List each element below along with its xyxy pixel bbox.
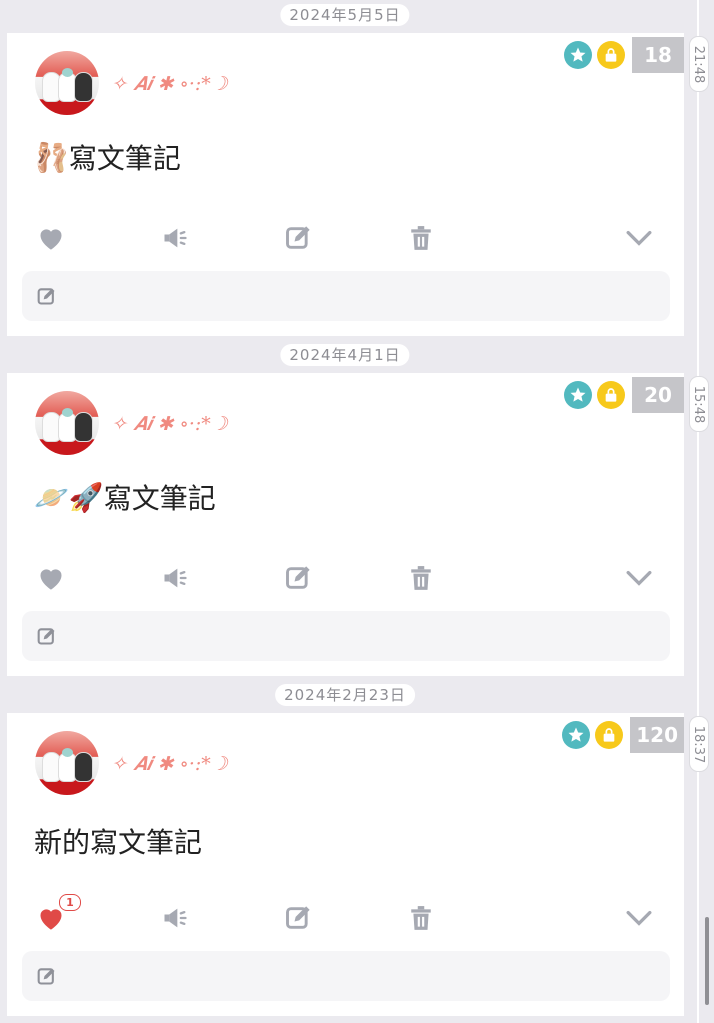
edit-icon[interactable]	[278, 898, 318, 938]
username[interactable]: ✧ 𝑨𝒊 ✱ ∘·:*☽	[111, 73, 228, 95]
badge-group: 18	[564, 37, 684, 73]
title-text: 寫文筆記	[103, 482, 216, 515]
comment-edit-icon	[37, 626, 57, 650]
chevron-down-icon[interactable]	[619, 218, 659, 258]
action-bar: 1	[7, 894, 684, 938]
comment-input[interactable]	[22, 951, 670, 1001]
diary-card[interactable]: ✧ 𝑨𝒊 ✱ ∘·:*☽ 20 🪐🚀 寫文筆記	[7, 373, 684, 676]
entry-title[interactable]: 新的寫文筆記	[34, 821, 202, 861]
chevron-down-icon[interactable]	[619, 558, 659, 598]
action-bar	[7, 558, 684, 598]
speaker-icon[interactable]	[155, 898, 195, 938]
title-text: 新的寫文筆記	[34, 826, 203, 859]
character-count: 18	[632, 37, 684, 73]
star-icon	[564, 381, 592, 409]
date-label: 2024年2月23日	[275, 684, 415, 706]
star-icon	[564, 41, 592, 69]
trash-icon[interactable]	[401, 558, 441, 598]
scrollbar[interactable]	[705, 917, 709, 1005]
trash-icon[interactable]	[401, 898, 441, 938]
badge-group: 20	[564, 377, 684, 413]
speaker-icon[interactable]	[155, 558, 195, 598]
username[interactable]: ✧ 𝑨𝒊 ✱ ∘·:*☽	[111, 753, 228, 775]
badge-group: 120	[562, 717, 684, 753]
date-label: 2024年4月1日	[280, 344, 410, 366]
title-text: 寫文筆記	[68, 142, 181, 175]
comment-edit-icon	[37, 286, 57, 310]
avatar[interactable]	[35, 51, 99, 115]
heart-icon[interactable]	[31, 558, 71, 598]
diary-card[interactable]: ✧ 𝑨𝒊 ✱ ∘·:*☽ 18 🩰 寫文筆記	[7, 33, 684, 336]
speaker-icon[interactable]	[155, 218, 195, 258]
comment-edit-icon	[37, 966, 57, 990]
lock-icon	[597, 41, 625, 69]
avatar[interactable]	[35, 391, 99, 455]
timeline-rail	[697, 0, 699, 1023]
lock-icon	[595, 721, 624, 749]
title-emoji: 🪐🚀	[34, 480, 104, 514]
date-label: 2024年5月5日	[280, 4, 410, 26]
title-emoji: 🩰	[34, 140, 69, 174]
edit-icon[interactable]	[278, 558, 318, 598]
like-count-badge: 1	[59, 894, 81, 911]
star-icon	[562, 721, 591, 749]
character-count: 20	[632, 377, 684, 413]
lock-icon	[597, 381, 625, 409]
time-label: 15:48	[689, 376, 709, 432]
entry-title[interactable]: 🩰 寫文筆記	[34, 137, 181, 177]
action-bar	[7, 218, 684, 258]
chevron-down-icon[interactable]	[619, 898, 659, 938]
diary-card[interactable]: ✧ 𝑨𝒊 ✱ ∘·:*☽ 120 新的寫文筆記 1	[7, 713, 684, 1016]
comment-input[interactable]	[22, 611, 670, 661]
trash-icon[interactable]	[401, 218, 441, 258]
username[interactable]: ✧ 𝑨𝒊 ✱ ∘·:*☽	[111, 413, 228, 435]
comment-input[interactable]	[22, 271, 670, 321]
entry-title[interactable]: 🪐🚀 寫文筆記	[34, 477, 216, 517]
time-label: 18:37	[689, 716, 709, 772]
avatar[interactable]	[35, 731, 99, 795]
character-count: 120	[630, 717, 684, 753]
edit-icon[interactable]	[278, 218, 318, 258]
time-label: 21:48	[689, 36, 709, 92]
heart-icon[interactable]	[31, 218, 71, 258]
